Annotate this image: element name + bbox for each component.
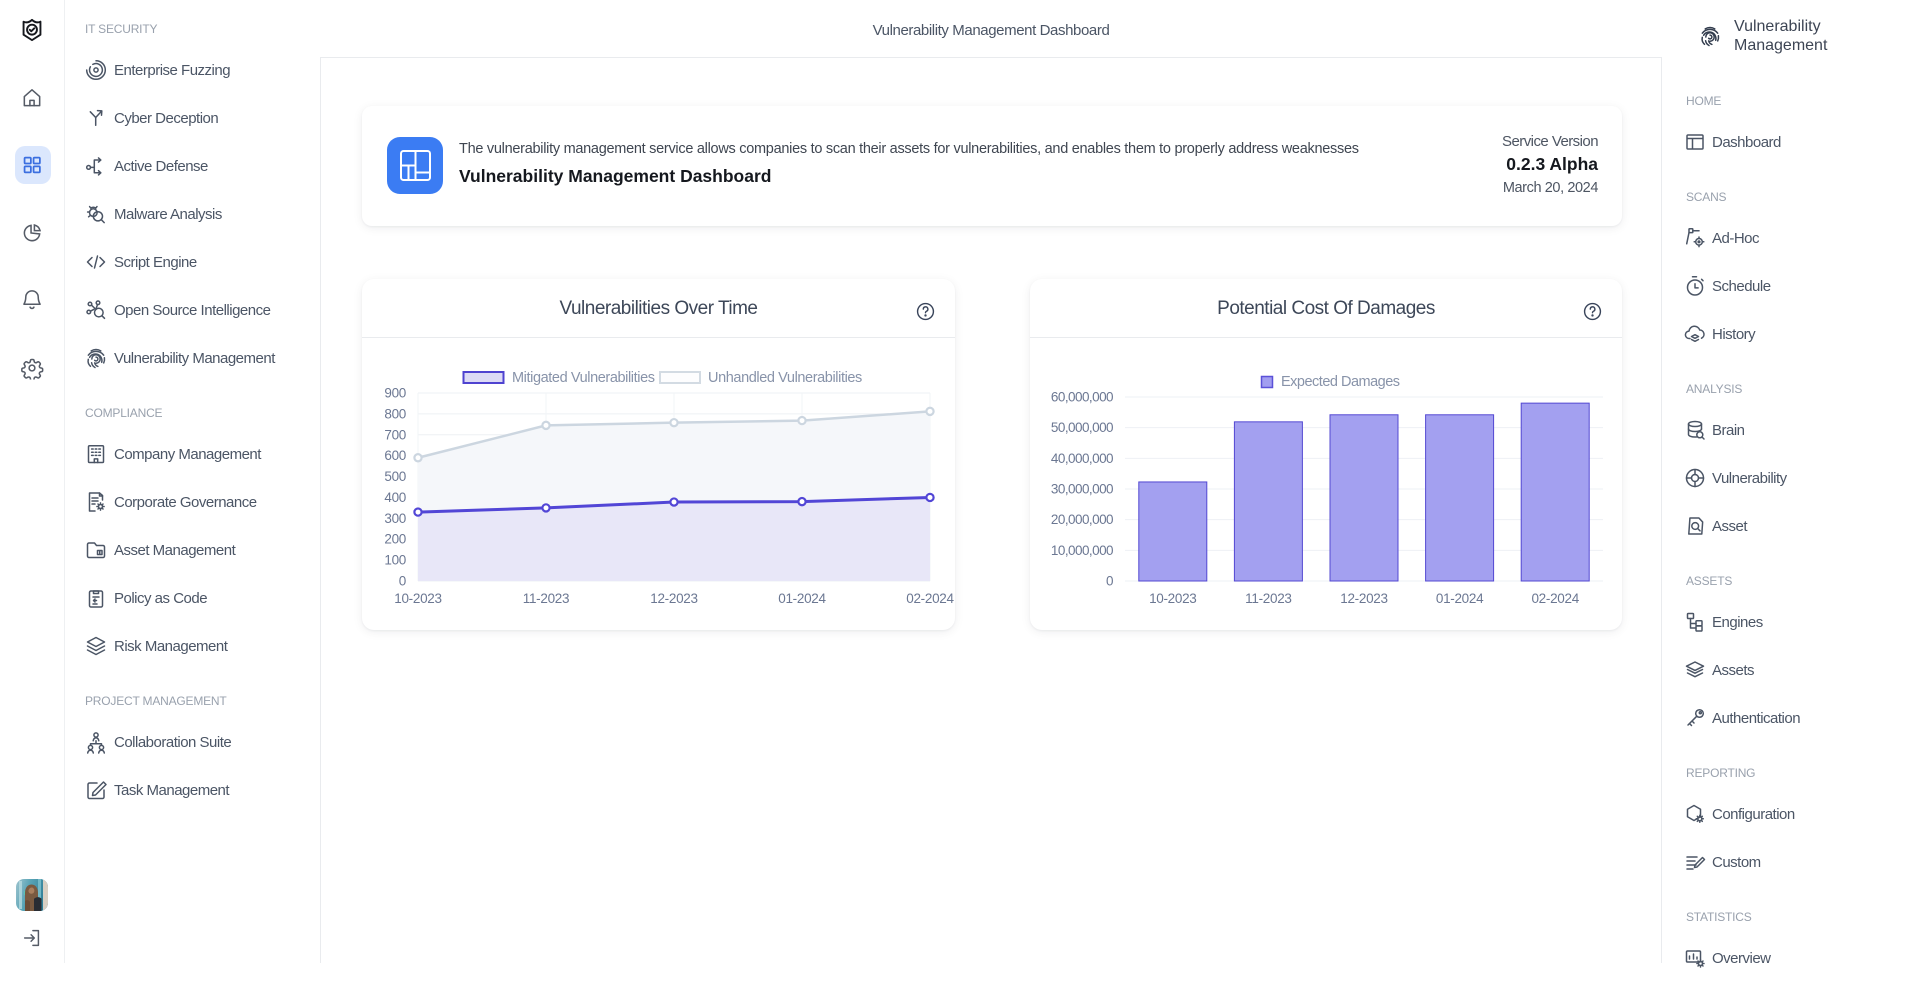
svg-text:200: 200 [384,532,406,547]
svg-text:700: 700 [384,427,406,442]
svg-text:20,000,000: 20,000,000 [1051,512,1113,527]
svg-text:11-2023: 11-2023 [523,591,569,606]
svg-text:02-2024: 02-2024 [1531,591,1579,606]
svg-text:900: 900 [384,386,406,401]
svg-text:300: 300 [384,511,406,526]
svg-text:600: 600 [384,448,406,463]
svg-text:50,000,000: 50,000,000 [1051,420,1113,435]
svg-text:10-2023: 10-2023 [1149,591,1196,606]
svg-text:500: 500 [384,469,406,484]
svg-text:11-2023: 11-2023 [1245,591,1291,606]
svg-text:Unhandled Vulnerabilities: Unhandled Vulnerabilities [708,370,862,386]
svg-text:Mitigated Vulnerabilities: Mitigated Vulnerabilities [512,370,655,386]
svg-text:60,000,000: 60,000,000 [1051,390,1113,405]
svg-text:02-2024: 02-2024 [906,591,954,606]
svg-text:Expected Damages: Expected Damages [1281,374,1400,390]
svg-text:0: 0 [399,574,406,589]
svg-text:01-2024: 01-2024 [778,591,826,606]
svg-text:10,000,000: 10,000,000 [1051,543,1113,558]
svg-text:40,000,000: 40,000,000 [1051,451,1113,466]
svg-text:10-2023: 10-2023 [394,591,441,606]
svg-text:30,000,000: 30,000,000 [1051,482,1113,497]
svg-text:400: 400 [384,490,406,505]
svg-text:800: 800 [384,406,406,421]
svg-text:01-2024: 01-2024 [1436,591,1484,606]
svg-text:12-2023: 12-2023 [1340,591,1387,606]
svg-text:0: 0 [1106,574,1113,589]
svg-text:100: 100 [384,553,406,568]
svg-text:12-2023: 12-2023 [650,591,697,606]
